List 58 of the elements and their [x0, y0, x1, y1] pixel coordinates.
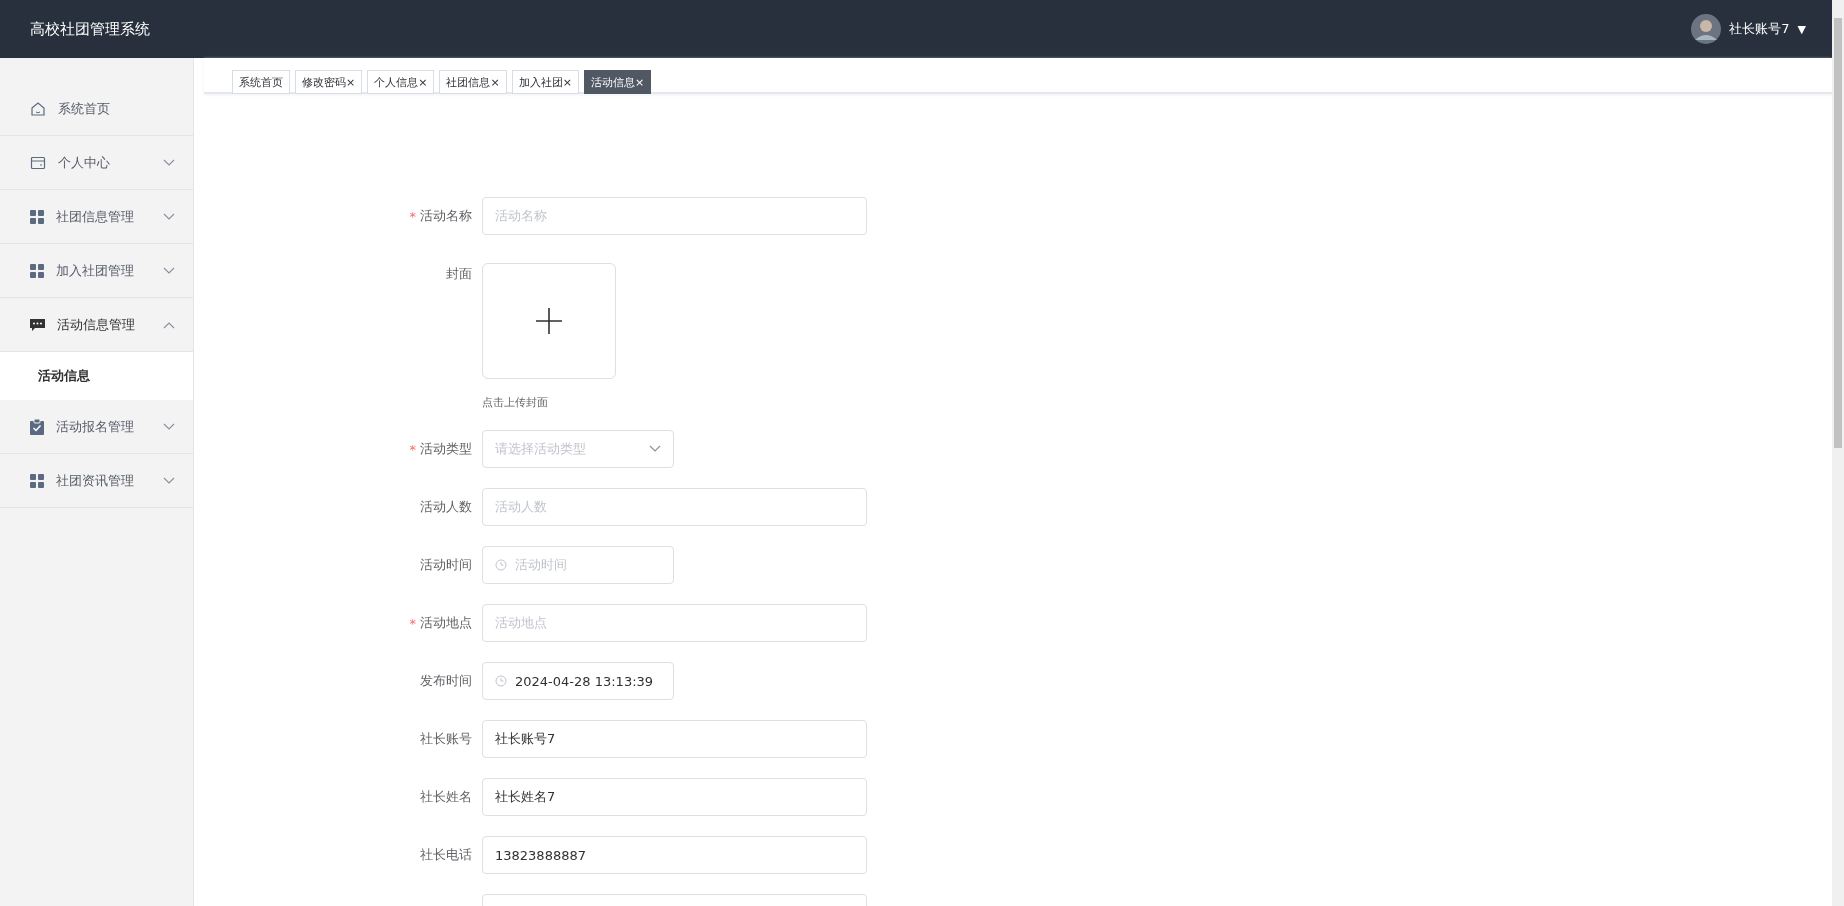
field-value: 社长账号7 — [495, 730, 557, 748]
field-label: 活动类型 — [420, 440, 472, 458]
input-field[interactable]: 社长账号7 — [482, 720, 867, 758]
required-asterisk: * — [409, 441, 416, 457]
tab[interactable]: 社团信息× — [439, 70, 507, 94]
scrollbar[interactable] — [1832, 0, 1844, 906]
menu-item[interactable]: 加入社团管理 — [0, 244, 193, 298]
plus-icon — [536, 308, 562, 334]
chat-icon — [30, 317, 45, 332]
clock-icon — [495, 559, 507, 571]
tab[interactable]: 活动信息× — [583, 70, 652, 94]
field-value: 社长姓名7 — [495, 788, 557, 806]
placeholder-text: 请选择活动类型 — [495, 440, 587, 458]
field-label: 社长姓名 — [420, 788, 472, 806]
tab[interactable]: 加入社团× — [511, 70, 579, 94]
menu-item[interactable]: 系统首页 — [0, 82, 193, 136]
placeholder-text: 活动时间 — [515, 556, 568, 574]
field-label: 封面 — [446, 265, 472, 283]
user-name[interactable]: 社长账号7 — [1729, 20, 1790, 38]
clipboard-icon — [30, 418, 44, 435]
clock-icon — [495, 675, 507, 687]
input-field[interactable]: 社长姓名7 — [482, 778, 867, 816]
input-field[interactable]: 13823888887 — [482, 836, 867, 874]
grid-icon — [30, 263, 44, 278]
chevron-down-icon — [649, 445, 661, 453]
field-label: 活动时间 — [420, 556, 472, 574]
required-asterisk: * — [409, 615, 416, 631]
grid-icon — [30, 209, 44, 224]
tab[interactable]: 系统首页 — [232, 70, 290, 94]
placeholder-text: 活动人数 — [495, 498, 548, 516]
grid-icon — [30, 473, 44, 488]
field-label: 活动人数 — [420, 498, 472, 516]
field-value: 13823888887 — [495, 847, 587, 863]
caret-icon[interactable]: ▼ — [1797, 22, 1806, 36]
required-asterisk: * — [409, 208, 416, 224]
placeholder-text: 活动地点 — [495, 614, 548, 632]
field-label: 社长账号 — [420, 730, 472, 748]
tab[interactable]: 个人信息× — [367, 70, 435, 94]
tab[interactable]: 修改密码× — [295, 70, 363, 94]
field-label: 活动地点 — [420, 614, 472, 632]
field-value: 2024-04-28 13:13:39 — [515, 673, 655, 689]
menu-item[interactable]: 活动报名管理 — [0, 400, 193, 454]
avatar-icon[interactable] — [1691, 14, 1722, 44]
field-label: 社长电话 — [420, 846, 472, 864]
home-icon — [30, 100, 46, 117]
menu-item[interactable]: 社团资讯管理 — [0, 454, 193, 508]
submenu-item[interactable]: 活动信息 — [0, 352, 193, 400]
menu-item[interactable]: 个人中心 — [0, 136, 193, 190]
scrollbar-thumb[interactable] — [1834, 18, 1842, 448]
time-picker-field[interactable]: 2024-04-28 13:13:39 — [482, 662, 674, 700]
upload-hint: 点击上传封面 — [482, 395, 549, 410]
field-label: 活动名称 — [420, 207, 472, 225]
app-title: 高校社团管理系统 — [30, 19, 150, 39]
placeholder-text: 活动名称 — [495, 207, 548, 225]
wallet-icon — [30, 154, 46, 171]
upload-button[interactable] — [482, 263, 616, 379]
menu-item[interactable]: 社团信息管理 — [0, 190, 193, 244]
field-label: 发布时间 — [420, 672, 472, 690]
